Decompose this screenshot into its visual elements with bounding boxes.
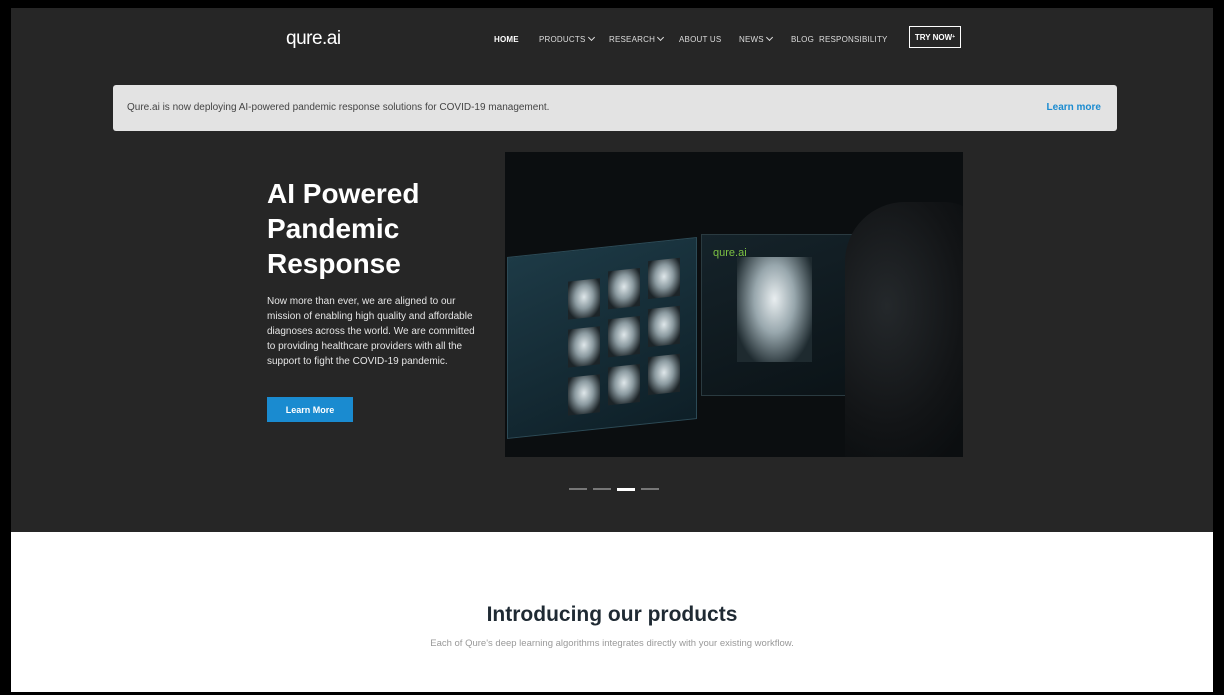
xray-thumbnail xyxy=(568,374,600,416)
nav-item-label: RESEARCH xyxy=(609,35,656,44)
carousel-dot[interactable] xyxy=(641,488,659,490)
nav-item-label: ABOUT US xyxy=(679,35,722,44)
nav-item-home[interactable]: HOME xyxy=(494,35,519,44)
xray-thumbnail xyxy=(608,268,640,310)
xray-thumbnail xyxy=(608,364,640,406)
nav-item-news[interactable]: NEWS xyxy=(739,33,773,44)
silhouette-person xyxy=(845,202,963,457)
hero-title: AI Powered Pandemic Response xyxy=(267,178,420,279)
hero-image: qure.ai xyxy=(505,152,963,457)
try-now-label: TRY NOW xyxy=(914,32,953,42)
chevron-down-icon xyxy=(765,33,773,42)
nav-item-label: PRODUCTS xyxy=(539,35,586,44)
nav-item-label: NEWS xyxy=(739,35,764,44)
xray-thumbnail xyxy=(568,326,600,368)
chevron-down-icon xyxy=(657,33,665,42)
hero-section: qure.ai HOME PRODUCTS RESEARCH ABOUT US … xyxy=(11,8,1213,532)
announcement-banner: Qure.ai is now deploying AI-powered pand… xyxy=(113,85,1117,131)
carousel-indicators xyxy=(569,488,659,491)
browser-viewport: qure.ai HOME PRODUCTS RESEARCH ABOUT US … xyxy=(11,8,1213,692)
hero-learn-more-button[interactable]: Learn More xyxy=(267,397,353,422)
chevron-down-icon xyxy=(587,33,595,42)
xray-thumbnail xyxy=(568,278,600,320)
monitor-thumbnails xyxy=(507,237,697,439)
xray-thumbnail xyxy=(648,353,680,396)
banner-text: Qure.ai is now deploying AI-powered pand… xyxy=(127,102,550,113)
image-watermark: qure.ai xyxy=(713,247,747,259)
xray-thumbnail xyxy=(648,257,680,300)
try-now-superscript: + xyxy=(952,34,956,40)
xray-thumbnail xyxy=(608,316,640,358)
nav-item-responsibility[interactable]: RESPONSIBILITY xyxy=(819,35,888,44)
carousel-dot[interactable] xyxy=(569,488,587,490)
main-nav: HOME PRODUCTS RESEARCH ABOUT US NEWS BLO… xyxy=(11,33,1213,49)
nav-item-about-us[interactable]: ABOUT US xyxy=(679,35,721,44)
hero-description: Now more than ever, we are aligned to ou… xyxy=(267,296,475,367)
products-section-title: Introducing our products xyxy=(486,603,738,626)
nav-item-label: RESPONSIBILITY xyxy=(819,35,888,44)
xray-chest-image xyxy=(737,257,812,362)
products-section-subtitle: Each of Qure's deep learning algorithms … xyxy=(430,638,794,649)
xray-thumbnail xyxy=(648,305,680,348)
carousel-dot[interactable] xyxy=(593,488,611,490)
nav-item-research[interactable]: RESEARCH xyxy=(609,33,665,44)
nav-item-label: BLOG xyxy=(791,35,815,44)
nav-item-label: HOME xyxy=(494,35,519,44)
banner-learn-more-link[interactable]: Learn more xyxy=(1047,102,1101,113)
carousel-dot-active[interactable] xyxy=(617,488,635,491)
nav-item-blog[interactable]: BLOG xyxy=(791,35,814,44)
try-now-button[interactable]: TRY NOW + xyxy=(909,26,961,48)
nav-item-products[interactable]: PRODUCTS xyxy=(539,33,595,44)
